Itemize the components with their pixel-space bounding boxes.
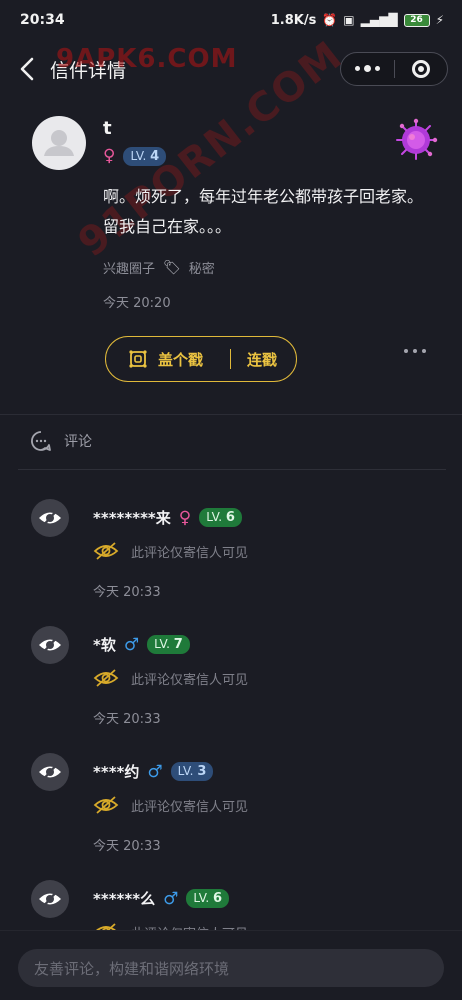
comment-author: ******么 ♂ LV. 6	[93, 888, 230, 909]
battery-icon: 26	[403, 13, 430, 27]
private-comment-text: 此评论仅寄信人可见	[131, 672, 249, 688]
level-badge: LV. 7	[147, 635, 190, 654]
level-badge: LV. 4	[123, 146, 167, 166]
network-speed: 1.8K/s	[270, 12, 317, 28]
post-timestamp: 今天 20:20	[103, 296, 171, 311]
comments-title: 评论	[64, 434, 92, 450]
comment-author-name[interactable]: *软	[93, 634, 116, 655]
male-gender-icon: ♂	[123, 634, 140, 655]
stamp-label: 盖个戳	[158, 350, 204, 369]
hd-icon: ▣	[343, 13, 355, 27]
comment-author-name[interactable]: ******么	[93, 888, 155, 909]
author-avatar[interactable]	[32, 116, 86, 170]
tag-label[interactable]: 秘密	[189, 258, 215, 277]
page-title: 信件详情	[50, 59, 127, 82]
comment-item: ********来 ♀ LV. 6 此评论仅寄信人可见 今天 20:33	[0, 499, 462, 619]
private-comment-text: 此评论仅寄信人可见	[131, 799, 249, 815]
stamp-button[interactable]: 盖个戳	[106, 349, 230, 370]
more-dots-icon	[354, 65, 380, 72]
comment-author: *软 ♂ LV. 7	[93, 634, 190, 655]
comment-author-name[interactable]: ****约	[93, 761, 139, 782]
comment-author: ****约 ♂ LV. 3	[93, 761, 214, 782]
female-gender-icon: ♀	[103, 146, 116, 166]
miniprogram-capsule	[340, 52, 448, 86]
level-badge: LV. 6	[199, 508, 242, 527]
status-indicators: 1.8K/s ⏰ ▣ ▂▄▆█ 26 ⚡	[271, 13, 444, 28]
post-tags: 兴趣圈子 🏷 秘密	[103, 258, 215, 278]
hidden-eye-icon	[39, 635, 61, 655]
level-badge: LV. 6	[186, 889, 230, 908]
4g-signal-icon: ▂▄▆█	[360, 13, 398, 27]
comments-divider	[18, 469, 446, 470]
comments-header: 评论	[30, 430, 92, 452]
comment-input-placeholder: 友善评论，构建和谐网络环境	[34, 959, 230, 978]
chevron-left-icon	[20, 57, 34, 81]
eye-slash-icon	[93, 796, 119, 814]
comment-author: ********来 ♀ LV. 6	[93, 507, 242, 528]
stamp-icon	[129, 350, 147, 368]
author-name[interactable]: t	[103, 118, 112, 139]
comment-timestamp: 今天 20:33	[93, 839, 161, 854]
private-comment-text: 此评论仅寄信人可见	[131, 545, 249, 561]
category-link[interactable]: 兴趣圈子	[103, 258, 155, 277]
private-comment-notice: 此评论仅寄信人可见	[93, 668, 248, 688]
nav-bar: 信件详情	[0, 44, 462, 94]
section-divider	[0, 414, 462, 415]
anonymous-avatar[interactable]	[31, 880, 69, 918]
comment-input-bar: 友善评论，构建和谐网络环境	[0, 930, 462, 1000]
level-badge: LV. 3	[170, 762, 214, 781]
combo-stamp-button[interactable]: 连戳	[231, 349, 277, 370]
comment-bubble-icon	[31, 431, 51, 451]
comment-author-name[interactable]: ********来	[93, 507, 171, 528]
private-comment-notice: 此评论仅寄信人可见	[93, 795, 248, 815]
stamp-action-group: 盖个戳 连戳	[105, 336, 297, 382]
hidden-eye-icon	[39, 762, 61, 782]
comment-input[interactable]: 友善评论，构建和谐网络环境	[18, 949, 444, 987]
virus-sticker-icon	[396, 118, 438, 160]
male-gender-icon: ♂	[163, 888, 179, 909]
comment-item: *软 ♂ LV. 7 此评论仅寄信人可见 今天 20:33	[0, 626, 462, 746]
hidden-eye-icon	[39, 508, 61, 528]
eye-slash-icon	[93, 669, 119, 687]
more-menu-button[interactable]	[341, 53, 394, 85]
more-options-button[interactable]	[404, 349, 426, 353]
comment-timestamp: 今天 20:33	[93, 712, 161, 727]
anonymous-avatar[interactable]	[31, 753, 69, 791]
eye-slash-icon	[93, 542, 119, 560]
comment-item: ****约 ♂ LV. 3 此评论仅寄信人可见 今天 20:33	[0, 753, 462, 873]
tag-icon: 🏷	[163, 259, 181, 276]
target-icon	[411, 60, 430, 78]
private-comment-notice: 此评论仅寄信人可见	[93, 541, 248, 561]
anonymous-avatar[interactable]	[31, 499, 69, 537]
default-avatar-icon	[44, 130, 74, 156]
status-time: 20:34	[20, 12, 65, 28]
close-miniprogram-button[interactable]	[395, 53, 448, 85]
back-button[interactable]	[2, 44, 52, 94]
hidden-eye-icon	[39, 889, 61, 909]
comment-timestamp: 今天 20:33	[93, 585, 161, 600]
post-content: 啊。烦死了，每年过年老公都带孩子回老家。留我自己在家。。。	[103, 187, 424, 236]
female-gender-icon: ♀	[178, 507, 192, 528]
alarm-icon: ⏰	[322, 13, 338, 27]
male-gender-icon: ♂	[147, 761, 163, 782]
author-meta: ♀ LV. 4	[103, 146, 167, 166]
charging-icon: ⚡	[435, 13, 444, 27]
status-bar: 20:34 1.8K/s ⏰ ▣ ▂▄▆█ 26 ⚡	[0, 0, 462, 40]
anonymous-avatar[interactable]	[31, 626, 69, 664]
